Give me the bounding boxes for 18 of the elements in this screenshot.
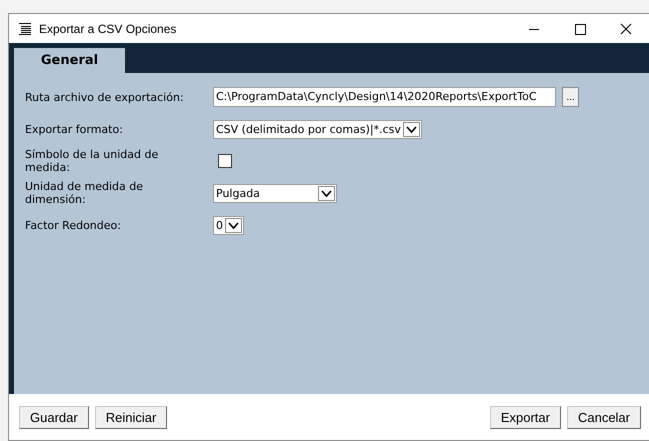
field-label: Unidad de medida de dimensión: bbox=[25, 180, 144, 206]
dropdown[interactable]: CSV (delimitado por comas)|*.csv bbox=[213, 120, 422, 138]
app-icon bbox=[19, 22, 31, 35]
footer-button[interactable]: Exportar bbox=[490, 406, 561, 428]
dropdown[interactable]: 0 bbox=[213, 216, 244, 234]
dropdown[interactable]: Pulgada bbox=[213, 184, 337, 202]
tab[interactable]: General bbox=[14, 48, 125, 73]
field-label: Símbolo de la unidad de medida: bbox=[25, 148, 160, 174]
footer-button[interactable]: Cancelar bbox=[566, 406, 641, 428]
window-title: Exportar a CSV Opciones bbox=[39, 22, 176, 36]
path-field[interactable]: C:\ProgramData\Cyncly\Design\14\2020Reports\ExportToC bbox=[213, 87, 556, 107]
footer-button[interactable]: Guardar bbox=[19, 406, 89, 428]
field-label: Factor Redondeo: bbox=[25, 218, 122, 232]
browse-button[interactable]: ... bbox=[562, 87, 579, 107]
footer-button[interactable]: Reiniciar bbox=[94, 406, 168, 428]
field-label: Ruta archivo de exportación: bbox=[25, 90, 185, 104]
field-label: Exportar formato: bbox=[25, 122, 124, 136]
checkbox[interactable] bbox=[218, 154, 232, 168]
